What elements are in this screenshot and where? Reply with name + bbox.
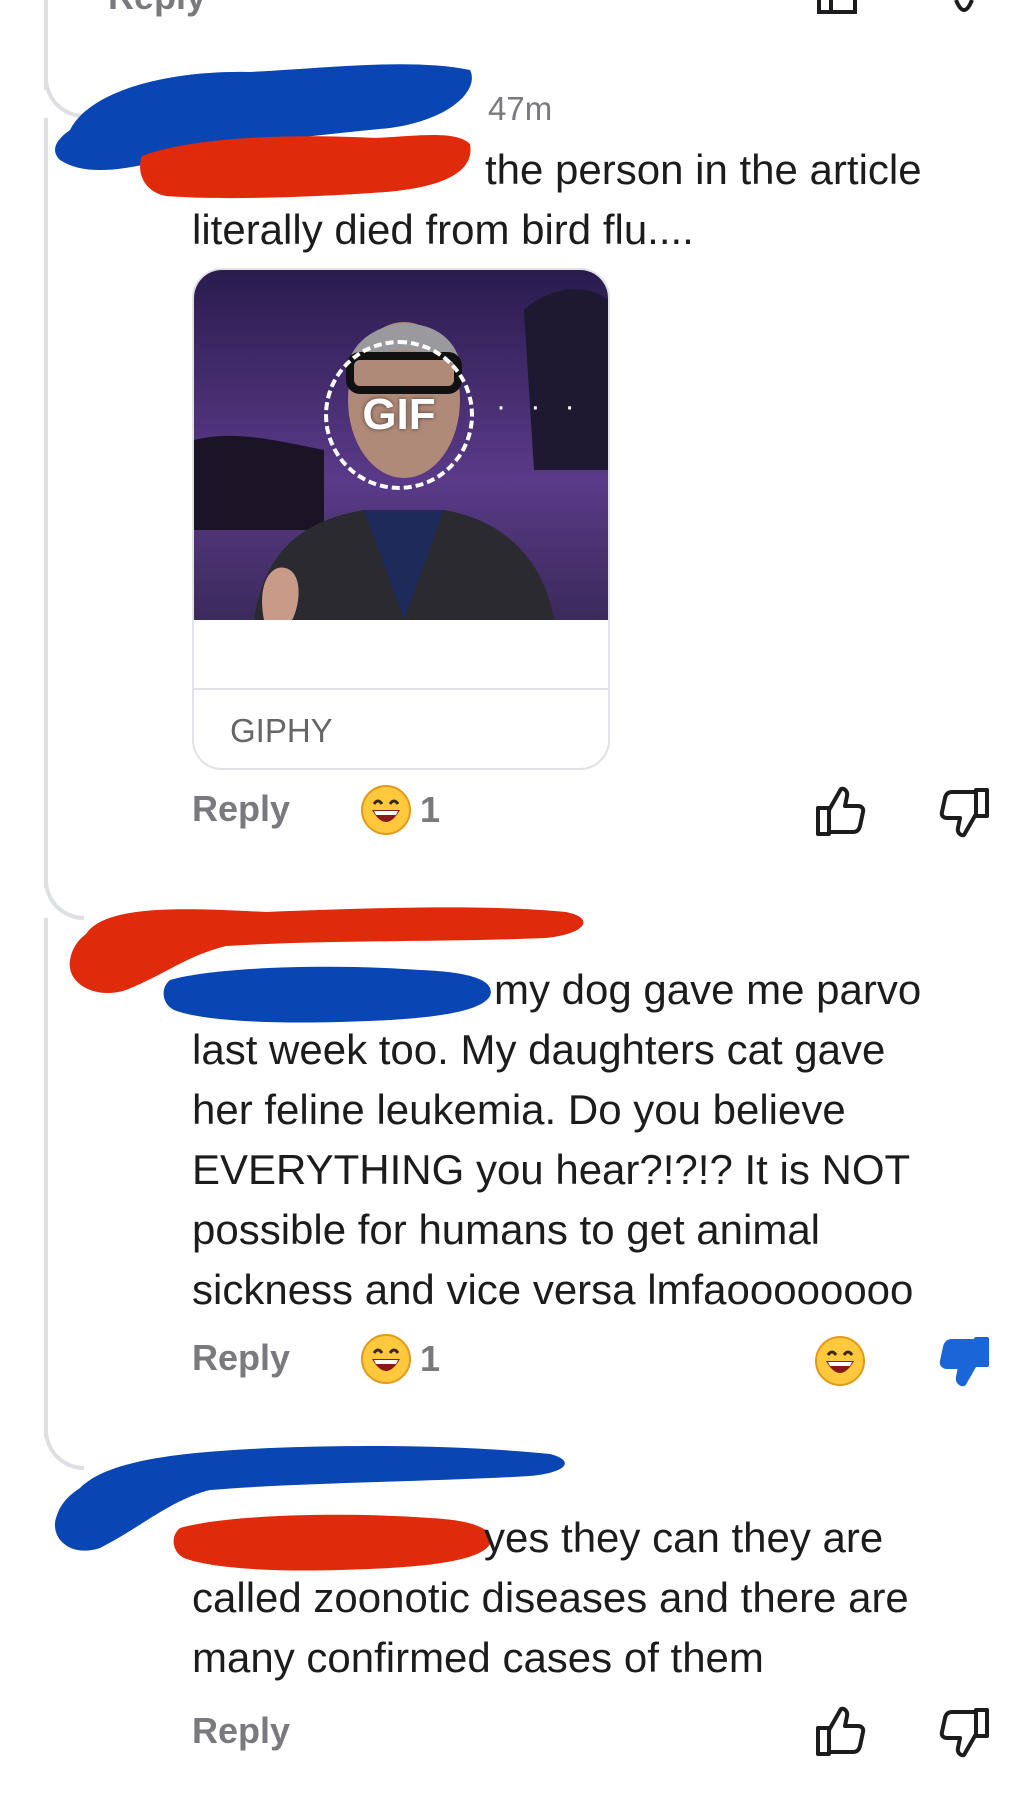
comment-line: my dog gave me parvo: [494, 966, 922, 1013]
comment-line: yes they can they are: [484, 1514, 884, 1561]
gif-badge[interactable]: GIF: [324, 340, 474, 490]
comment-line: EVERYTHING you hear?!?!? It is NOT: [192, 1146, 911, 1193]
comment-line: literally died from bird flu....: [192, 206, 694, 253]
comment-line: last week too. My daughters cat gave: [192, 1026, 886, 1073]
comment-line: called zoonotic diseases and there are: [192, 1574, 909, 1621]
thumbs-down-icon[interactable]: [950, 0, 980, 20]
reaction-count: 1: [420, 789, 441, 830]
reply-button[interactable]: Reply: [192, 1337, 290, 1379]
reaction-summary[interactable]: 1: [360, 784, 440, 836]
grinning-emoji-icon: [361, 1334, 411, 1384]
grinning-emoji-icon[interactable]: [814, 1335, 866, 1387]
divider: [194, 688, 608, 690]
grinning-emoji-icon: [361, 785, 411, 835]
comment-text: yes they can they are called zoonotic di…: [192, 1508, 909, 1688]
thread-line: [44, 918, 48, 1438]
thread-line: [44, 118, 48, 888]
comment-line: many confirmed cases of them: [192, 1634, 764, 1681]
comment-text: the person in the article literally died…: [192, 140, 922, 260]
reaction-summary[interactable]: 1: [360, 1333, 440, 1385]
thumbs-up-icon[interactable]: [815, 0, 865, 30]
gif-loading-dots: · · ·: [496, 390, 583, 423]
reaction-count: 1: [420, 1338, 441, 1379]
comment-line: possible for humans to get animal: [192, 1206, 821, 1253]
thumbs-down-icon[interactable]: [938, 786, 990, 838]
thumbs-up-icon[interactable]: [815, 786, 867, 838]
reply-button[interactable]: Reply: [192, 1710, 290, 1752]
reply-button[interactable]: Reply: [108, 0, 206, 18]
comment-line: the person in the article: [485, 146, 922, 193]
thumbs-up-icon[interactable]: [815, 1706, 867, 1758]
comment-line: her feline leukemia. Do you believe: [192, 1086, 846, 1133]
gif-attachment[interactable]: GIF · · · GIPHY: [192, 268, 610, 770]
thread-line: [44, 0, 48, 90]
comment-timestamp: 47m: [488, 90, 553, 127]
thumbs-down-icon[interactable]: [938, 1706, 990, 1758]
thumbs-down-icon[interactable]: [938, 1335, 990, 1387]
comment-text: my dog gave me parvo last week too. My d…: [192, 960, 921, 1320]
comment-line: sickness and vice versa lmfaoooooooo: [192, 1266, 914, 1313]
reply-button[interactable]: Reply: [192, 788, 290, 830]
gif-source-label: GIPHY: [230, 712, 333, 749]
